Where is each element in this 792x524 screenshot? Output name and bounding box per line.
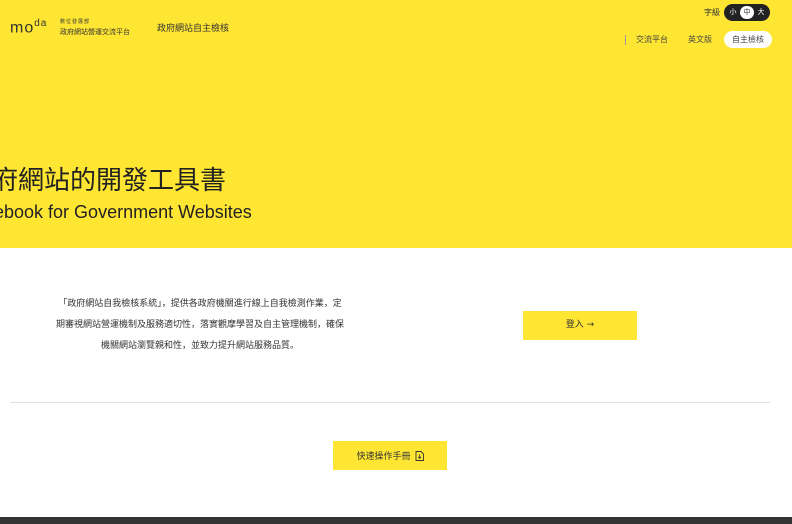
download-document-icon (415, 450, 424, 461)
hero-subtitle: ebook for Government Websites (0, 202, 252, 222)
font-size-options: 小 中 大 (724, 4, 770, 21)
footer-bar (0, 517, 792, 524)
font-size-medium-button[interactable]: 中 (740, 6, 754, 19)
hero-title: 府網站的開發工具書 (0, 166, 227, 196)
quick-manual-button[interactable]: 快速操作手冊 (333, 441, 447, 470)
intro-line: 機關網站瀏覽親和性，並致力提升網站服務品質。 (100, 341, 299, 351)
nav-link-english[interactable]: 英文版 (688, 34, 712, 45)
font-size-switcher: 字級 小 中 大 (704, 4, 770, 21)
top-nav: 交流平台 英文版 自主檢核 (625, 31, 772, 48)
font-size-small-button[interactable]: 小 (726, 6, 740, 19)
intro-line: 「政府網站自我檢核系統」，提供各政府機關進行線上自我檢測作業，定 (58, 299, 342, 309)
section-divider (10, 402, 770, 403)
intro-text: 「政府網站自我檢核系統」，提供各政府機關進行線上自我檢測作業，定 期審視網站營運… (10, 294, 390, 357)
nav-divider (625, 34, 626, 45)
org-name: 數位發展部 政府網站營運交流平台 (60, 19, 130, 36)
quick-manual-label: 快速操作手冊 (356, 452, 411, 462)
nav-link-self-check[interactable]: 自主檢核 (724, 31, 772, 48)
nav-link-exchange-platform[interactable]: 交流平台 (636, 34, 668, 45)
site-header: moda 數位發展部 政府網站營運交流平台 政府網站自主檢核 字級 小 中 大 … (0, 0, 792, 54)
font-size-label: 字級 (704, 8, 720, 17)
intro-line: 期審視網站營運機制及服務適切性，落實觀摩學習及自主管理機制，確保 (55, 320, 344, 330)
font-size-large-button[interactable]: 大 (754, 6, 768, 19)
hero-banner: 府網站的開發工具書 ebook for Government Websites (0, 54, 792, 248)
moda-logo[interactable]: moda (10, 18, 47, 37)
login-button[interactable]: 登入 → (523, 311, 637, 340)
site-name[interactable]: 政府網站自主檢核 (157, 21, 229, 34)
